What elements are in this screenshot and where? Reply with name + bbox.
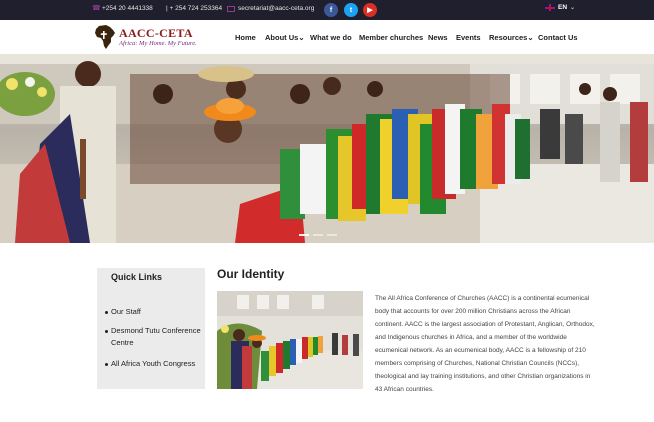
- youtube-icon[interactable]: ▶: [363, 3, 377, 17]
- section-title: Our Identity: [217, 267, 285, 281]
- identity-description: The All Africa Conference of Churches (A…: [375, 295, 595, 393]
- nav-about-us[interactable]: About Us⌄: [265, 33, 305, 42]
- quick-links-title: Quick Links: [111, 272, 163, 282]
- nav-news[interactable]: News: [428, 33, 448, 42]
- hero-photo: [0, 54, 654, 243]
- quick-link-youth-congress[interactable]: All Africa Youth Congress: [105, 358, 201, 370]
- nav-member-churches[interactable]: Member churches: [359, 33, 423, 42]
- chevron-down-icon: ⌄: [570, 5, 576, 11]
- email-contact[interactable]: secretariat@aacc-ceta.org: [227, 5, 314, 12]
- site-logo[interactable]: AACC-CETA Africa: My Home. My Future.: [94, 24, 197, 50]
- site-header: AACC-CETA Africa: My Home. My Future. Ho…: [0, 20, 654, 54]
- nav-contact-us[interactable]: Contact Us: [538, 33, 578, 42]
- phone-number-primary: +254 20 4441338: [102, 5, 153, 12]
- facebook-icon[interactable]: f: [324, 3, 338, 17]
- identity-photo-image: [217, 291, 363, 389]
- quick-links-panel: Quick Links Our Staff Desmond Tutu Confe…: [97, 268, 205, 389]
- logo-tagline: Africa: My Home. My Future.: [119, 39, 197, 47]
- hero-banner-image: [0, 54, 654, 243]
- africa-map-icon: [95, 25, 115, 49]
- nav-what-we-do[interactable]: What we do: [310, 33, 352, 42]
- uk-flag-icon: [545, 4, 555, 11]
- phone-contact[interactable]: ☎ +254 20 4441338: [92, 5, 153, 12]
- top-bar: ☎ +254 20 4441338 | + 254 724 253364 sec…: [0, 0, 654, 20]
- language-label: EN: [558, 4, 568, 11]
- quick-link-our-staff[interactable]: Our Staff: [105, 306, 201, 318]
- nav-home[interactable]: Home: [235, 33, 256, 42]
- phone-icon: ☎: [92, 5, 101, 12]
- nav-resources[interactable]: Resources⌄: [489, 33, 534, 42]
- logo-title: AACC-CETA: [119, 25, 193, 40]
- nav-events[interactable]: Events: [456, 33, 481, 42]
- chevron-down-icon: ⌄: [298, 33, 305, 42]
- quick-link-desmond-tutu-centre[interactable]: Desmond Tutu Conference Centre: [105, 325, 201, 349]
- phone-number-secondary[interactable]: | + 254 724 253364: [166, 5, 222, 12]
- twitter-icon[interactable]: t: [344, 3, 358, 17]
- language-selector[interactable]: EN ⌄: [545, 4, 575, 11]
- envelope-icon: [227, 5, 235, 12]
- chevron-down-icon: ⌄: [527, 33, 534, 42]
- email-address: secretariat@aacc-ceta.org: [238, 5, 315, 12]
- identity-photo: [217, 291, 363, 389]
